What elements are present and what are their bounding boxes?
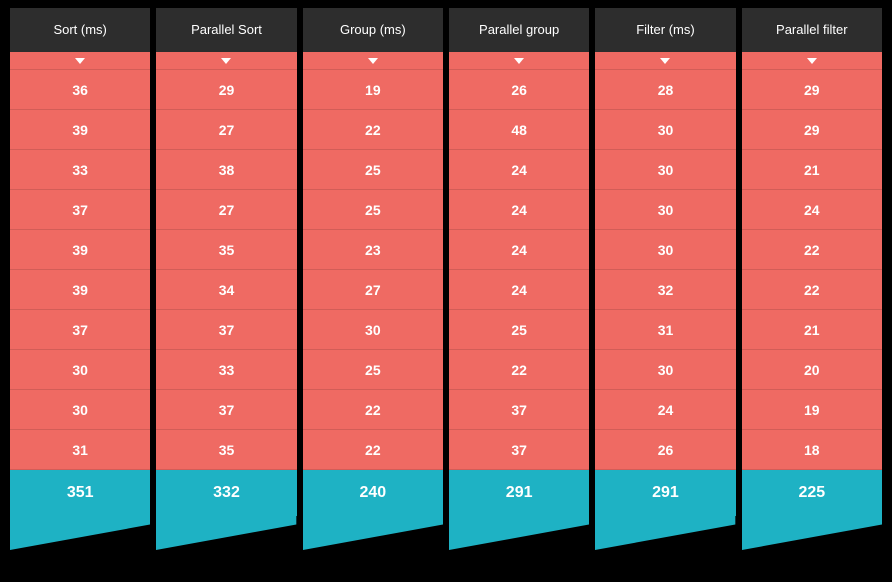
column-total: 291 (449, 470, 589, 516)
columns-container: Sort (ms) 36 39 33 37 39 39 37 30 30 31 … (10, 8, 882, 574)
data-cell: 25 (303, 350, 443, 390)
column-sort: Sort (ms) 36 39 33 37 39 39 37 30 30 31 … (10, 8, 150, 574)
data-cell: 30 (595, 350, 735, 390)
data-cell: 22 (303, 110, 443, 150)
data-cell: 39 (10, 110, 150, 150)
sort-indicator-row (742, 52, 882, 70)
sort-indicator-row (449, 52, 589, 70)
chevron-down-icon (807, 58, 817, 64)
data-cell: 24 (449, 190, 589, 230)
data-cell: 34 (156, 270, 296, 310)
data-cell: 29 (742, 70, 882, 110)
column-header[interactable]: Parallel filter (742, 8, 882, 52)
data-cell: 33 (10, 150, 150, 190)
column-header[interactable]: Parallel group (449, 8, 589, 52)
chevron-down-icon (514, 58, 524, 64)
data-cell: 27 (156, 190, 296, 230)
column-total: 351 (10, 470, 150, 516)
column-parallel-group: Parallel group 26 48 24 24 24 24 25 22 3… (449, 8, 589, 574)
column-total: 332 (156, 470, 296, 516)
column-parallel-filter: Parallel filter 29 29 21 24 22 22 21 20 … (742, 8, 882, 574)
data-cell: 19 (742, 390, 882, 430)
column-total: 240 (303, 470, 443, 516)
data-cell: 24 (449, 150, 589, 190)
data-cell: 35 (156, 430, 296, 470)
column-tail (156, 516, 296, 550)
data-cell: 37 (10, 190, 150, 230)
data-cell: 22 (742, 270, 882, 310)
data-cell: 30 (595, 190, 735, 230)
column-group: Group (ms) 19 22 25 25 23 27 30 25 22 22… (303, 8, 443, 574)
data-cell: 25 (303, 150, 443, 190)
data-cell: 30 (10, 390, 150, 430)
data-cell: 26 (449, 70, 589, 110)
data-cell: 24 (449, 230, 589, 270)
data-cell: 37 (10, 310, 150, 350)
data-cell: 21 (742, 150, 882, 190)
data-cell: 39 (10, 230, 150, 270)
column-header[interactable]: Group (ms) (303, 8, 443, 52)
data-cell: 19 (303, 70, 443, 110)
column-parallel-sort: Parallel Sort 29 27 38 27 35 34 37 33 37… (156, 8, 296, 574)
data-cell: 30 (595, 150, 735, 190)
sort-indicator-row (595, 52, 735, 70)
column-header[interactable]: Sort (ms) (10, 8, 150, 52)
data-cell: 27 (303, 270, 443, 310)
data-cell: 29 (742, 110, 882, 150)
data-cell: 30 (303, 310, 443, 350)
data-cell: 22 (742, 230, 882, 270)
data-cell: 25 (449, 310, 589, 350)
data-cell: 27 (156, 110, 296, 150)
data-cell: 24 (449, 270, 589, 310)
data-cell: 31 (10, 430, 150, 470)
data-cell: 24 (742, 190, 882, 230)
data-cell: 32 (595, 270, 735, 310)
data-cell: 21 (742, 310, 882, 350)
data-cell: 37 (449, 390, 589, 430)
chevron-down-icon (660, 58, 670, 64)
column-header[interactable]: Filter (ms) (595, 8, 735, 52)
data-cell: 37 (156, 390, 296, 430)
data-cell: 24 (595, 390, 735, 430)
data-cell: 31 (595, 310, 735, 350)
data-cell: 20 (742, 350, 882, 390)
column-total: 225 (742, 470, 882, 516)
data-cell: 33 (156, 350, 296, 390)
column-tail (595, 516, 735, 550)
data-cell: 35 (156, 230, 296, 270)
sort-indicator-row (303, 52, 443, 70)
data-cell: 22 (449, 350, 589, 390)
data-cell: 39 (10, 270, 150, 310)
data-cell: 22 (303, 430, 443, 470)
column-total: 291 (595, 470, 735, 516)
column-tail (10, 516, 150, 550)
data-cell: 30 (595, 230, 735, 270)
column-header[interactable]: Parallel Sort (156, 8, 296, 52)
sort-indicator-row (156, 52, 296, 70)
data-cell: 48 (449, 110, 589, 150)
data-cell: 25 (303, 190, 443, 230)
chevron-down-icon (221, 58, 231, 64)
data-cell: 30 (10, 350, 150, 390)
data-cell: 37 (156, 310, 296, 350)
data-cell: 38 (156, 150, 296, 190)
data-cell: 18 (742, 430, 882, 470)
column-tail (303, 516, 443, 550)
data-cell: 22 (303, 390, 443, 430)
column-tail (742, 516, 882, 550)
chevron-down-icon (368, 58, 378, 64)
data-cell: 28 (595, 70, 735, 110)
sort-indicator-row (10, 52, 150, 70)
data-cell: 26 (595, 430, 735, 470)
column-filter: Filter (ms) 28 30 30 30 30 32 31 30 24 2… (595, 8, 735, 574)
data-cell: 29 (156, 70, 296, 110)
data-cell: 36 (10, 70, 150, 110)
data-cell: 23 (303, 230, 443, 270)
chevron-down-icon (75, 58, 85, 64)
column-tail (449, 516, 589, 550)
data-cell: 37 (449, 430, 589, 470)
data-cell: 30 (595, 110, 735, 150)
